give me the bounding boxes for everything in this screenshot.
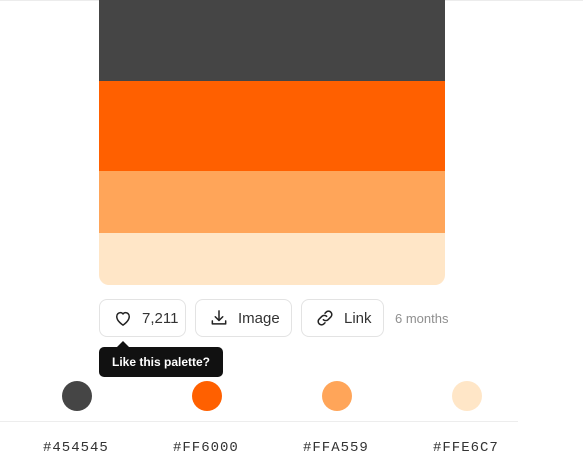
- hex-code-4[interactable]: #FFE6C7: [433, 440, 499, 456]
- swatch-2[interactable]: [99, 81, 445, 171]
- color-dot-1[interactable]: [62, 381, 92, 411]
- like-tooltip: Like this palette?: [99, 347, 223, 377]
- link-button-label: Link: [344, 309, 372, 327]
- hex-code-3[interactable]: #FFA559: [303, 440, 369, 456]
- like-count: 7,211: [142, 309, 179, 327]
- color-dot-4[interactable]: [452, 381, 482, 411]
- link-icon: [315, 308, 335, 328]
- like-button[interactable]: 7,211: [99, 299, 186, 337]
- color-divider: [0, 421, 518, 422]
- image-button-label: Image: [238, 309, 280, 327]
- swatch-4[interactable]: [99, 233, 445, 285]
- palette-preview[interactable]: [99, 0, 445, 285]
- download-icon: [209, 308, 229, 328]
- color-dot-3[interactable]: [322, 381, 352, 411]
- heart-icon: [113, 308, 133, 328]
- download-image-button[interactable]: Image: [195, 299, 292, 337]
- swatch-1[interactable]: [99, 0, 445, 81]
- palette-actions: 7,211 Image Link 6 months: [99, 299, 448, 337]
- palette-page: 7,211 Image Link 6 months Like this pale…: [0, 0, 583, 465]
- hex-code-2[interactable]: #FF6000: [173, 440, 239, 456]
- hex-code-1[interactable]: #454545: [43, 440, 109, 456]
- swatch-3[interactable]: [99, 171, 445, 233]
- color-dot-2[interactable]: [192, 381, 222, 411]
- copy-link-button[interactable]: Link: [301, 299, 384, 337]
- palette-age: 6 months: [395, 310, 449, 326]
